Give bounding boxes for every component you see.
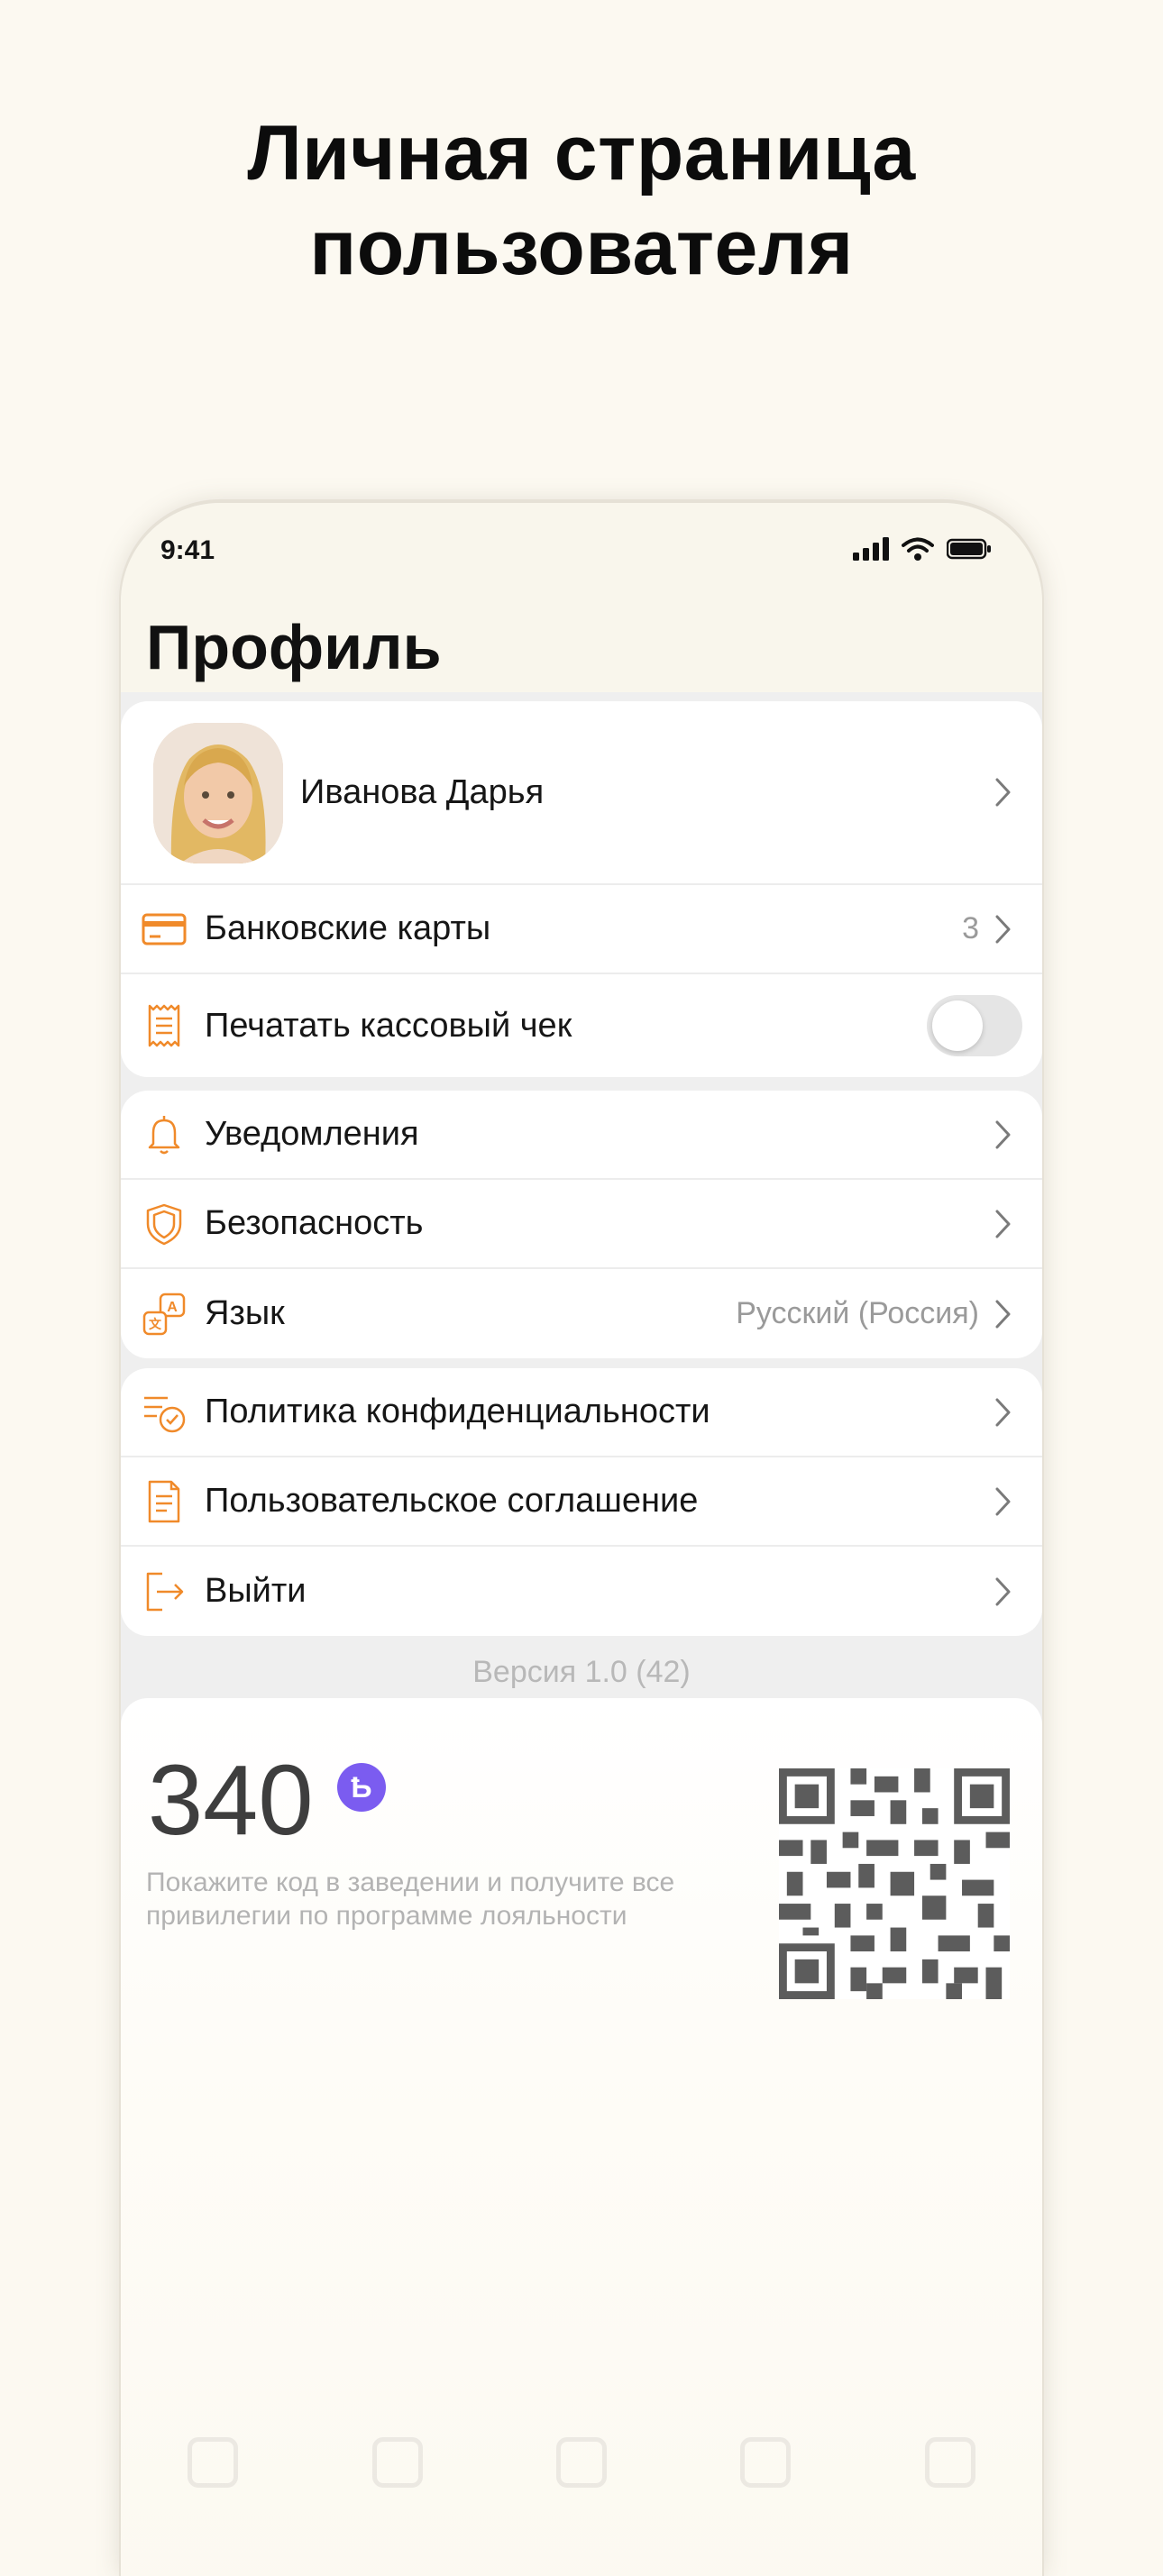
tab-icon (188, 2437, 239, 2488)
chevron-right-icon (995, 1577, 1011, 1605)
headline-line-2: пользователя (309, 205, 854, 291)
bell-icon (148, 1115, 180, 1154)
tab-1[interactable] (132, 2437, 294, 2495)
avatar (153, 723, 283, 863)
tab-5[interactable] (869, 2437, 1031, 2495)
headline-line-1: Личная страница (247, 110, 916, 196)
phone-frame: 9:41 Профиль Иванова Дарья Банковские ка… (121, 503, 1042, 2576)
status-time: 9:41 (160, 535, 215, 565)
tab-2[interactable] (316, 2437, 479, 2495)
bank-cards-row[interactable]: Банковские карты 3 (121, 885, 1042, 974)
tab-icon (740, 2437, 792, 2488)
notifications-label: Уведомления (205, 1115, 419, 1153)
chevron-right-icon (995, 1120, 1011, 1148)
print-receipt-row: Печатать кассовый чек (121, 974, 1042, 1077)
app-version: Версия 1.0 (42) (472, 1655, 691, 1689)
tab-icon (555, 2437, 607, 2488)
page-title: Профиль (146, 612, 442, 682)
policy-check-icon (144, 1396, 186, 1432)
notifications-row[interactable]: Уведомления (121, 1091, 1042, 1180)
points-balance: 340 (148, 1745, 314, 1856)
shield-icon (146, 1203, 182, 1245)
svg-text:文: 文 (149, 1317, 162, 1331)
tab-4[interactable] (684, 2437, 847, 2495)
promo-headline: Личная страница пользователя (0, 106, 1163, 296)
tab-bar (121, 2414, 1042, 2576)
profile-row[interactable]: Иванова Дарья (121, 701, 1042, 885)
bank-cards-label: Банковские карты (205, 909, 491, 947)
receipt-icon (148, 1004, 180, 1047)
bank-cards-count: 3 (962, 911, 979, 945)
qr-code[interactable] (779, 1768, 1010, 1999)
settings-card: Уведомления Безопасность A 文 Язык Русски… (121, 1091, 1042, 1358)
agreement-label: Пользовательское соглашение (205, 1482, 699, 1520)
legal-card: Политика конфиденциальности Пользователь… (121, 1368, 1042, 1636)
agreement-row[interactable]: Пользовательское соглашение (121, 1457, 1042, 1547)
privacy-label: Политика конфиденциальности (205, 1393, 710, 1430)
logout-label: Выйти (205, 1572, 307, 1610)
print-receipt-toggle[interactable] (927, 995, 1022, 1056)
chevron-right-icon (995, 778, 1011, 807)
logout-icon (146, 1572, 184, 1611)
chevron-right-icon (995, 915, 1011, 943)
tab-icon (371, 2437, 423, 2488)
language-label: Язык (205, 1294, 285, 1332)
status-icons (853, 537, 992, 561)
chevron-right-icon (995, 1300, 1011, 1328)
language-value: Русский (Россия) (736, 1296, 979, 1330)
credit-card-icon (142, 913, 187, 945)
toggle-knob (932, 1000, 983, 1051)
chevron-right-icon (995, 1210, 1011, 1238)
loyalty-description: Покажите код в заведении и получите все … (146, 1868, 675, 1931)
bonus-coin-icon: Ҍ (337, 1763, 386, 1812)
account-card: Иванова Дарья Банковские карты 3 Печатат… (121, 701, 1042, 1077)
tab-3[interactable] (500, 2437, 663, 2495)
translate-icon: A 文 (142, 1293, 186, 1335)
print-receipt-label: Печатать кассовый чек (205, 1006, 572, 1045)
signal-icon (853, 537, 889, 561)
privacy-row[interactable]: Политика конфиденциальности (121, 1368, 1042, 1457)
tab-icon (924, 2437, 975, 2488)
battery-icon (947, 538, 991, 560)
language-row[interactable]: A 文 Язык Русский (Россия) (121, 1269, 1042, 1358)
chevron-right-icon (995, 1398, 1011, 1426)
logout-row[interactable]: Выйти (121, 1547, 1042, 1636)
chevron-right-icon (995, 1487, 1011, 1515)
svg-text:A: A (167, 1300, 178, 1315)
profile-name: Иванова Дарья (300, 772, 545, 811)
document-icon (148, 1480, 180, 1522)
security-row[interactable]: Безопасность (121, 1180, 1042, 1269)
wifi-icon (902, 537, 934, 561)
security-label: Безопасность (205, 1204, 424, 1242)
